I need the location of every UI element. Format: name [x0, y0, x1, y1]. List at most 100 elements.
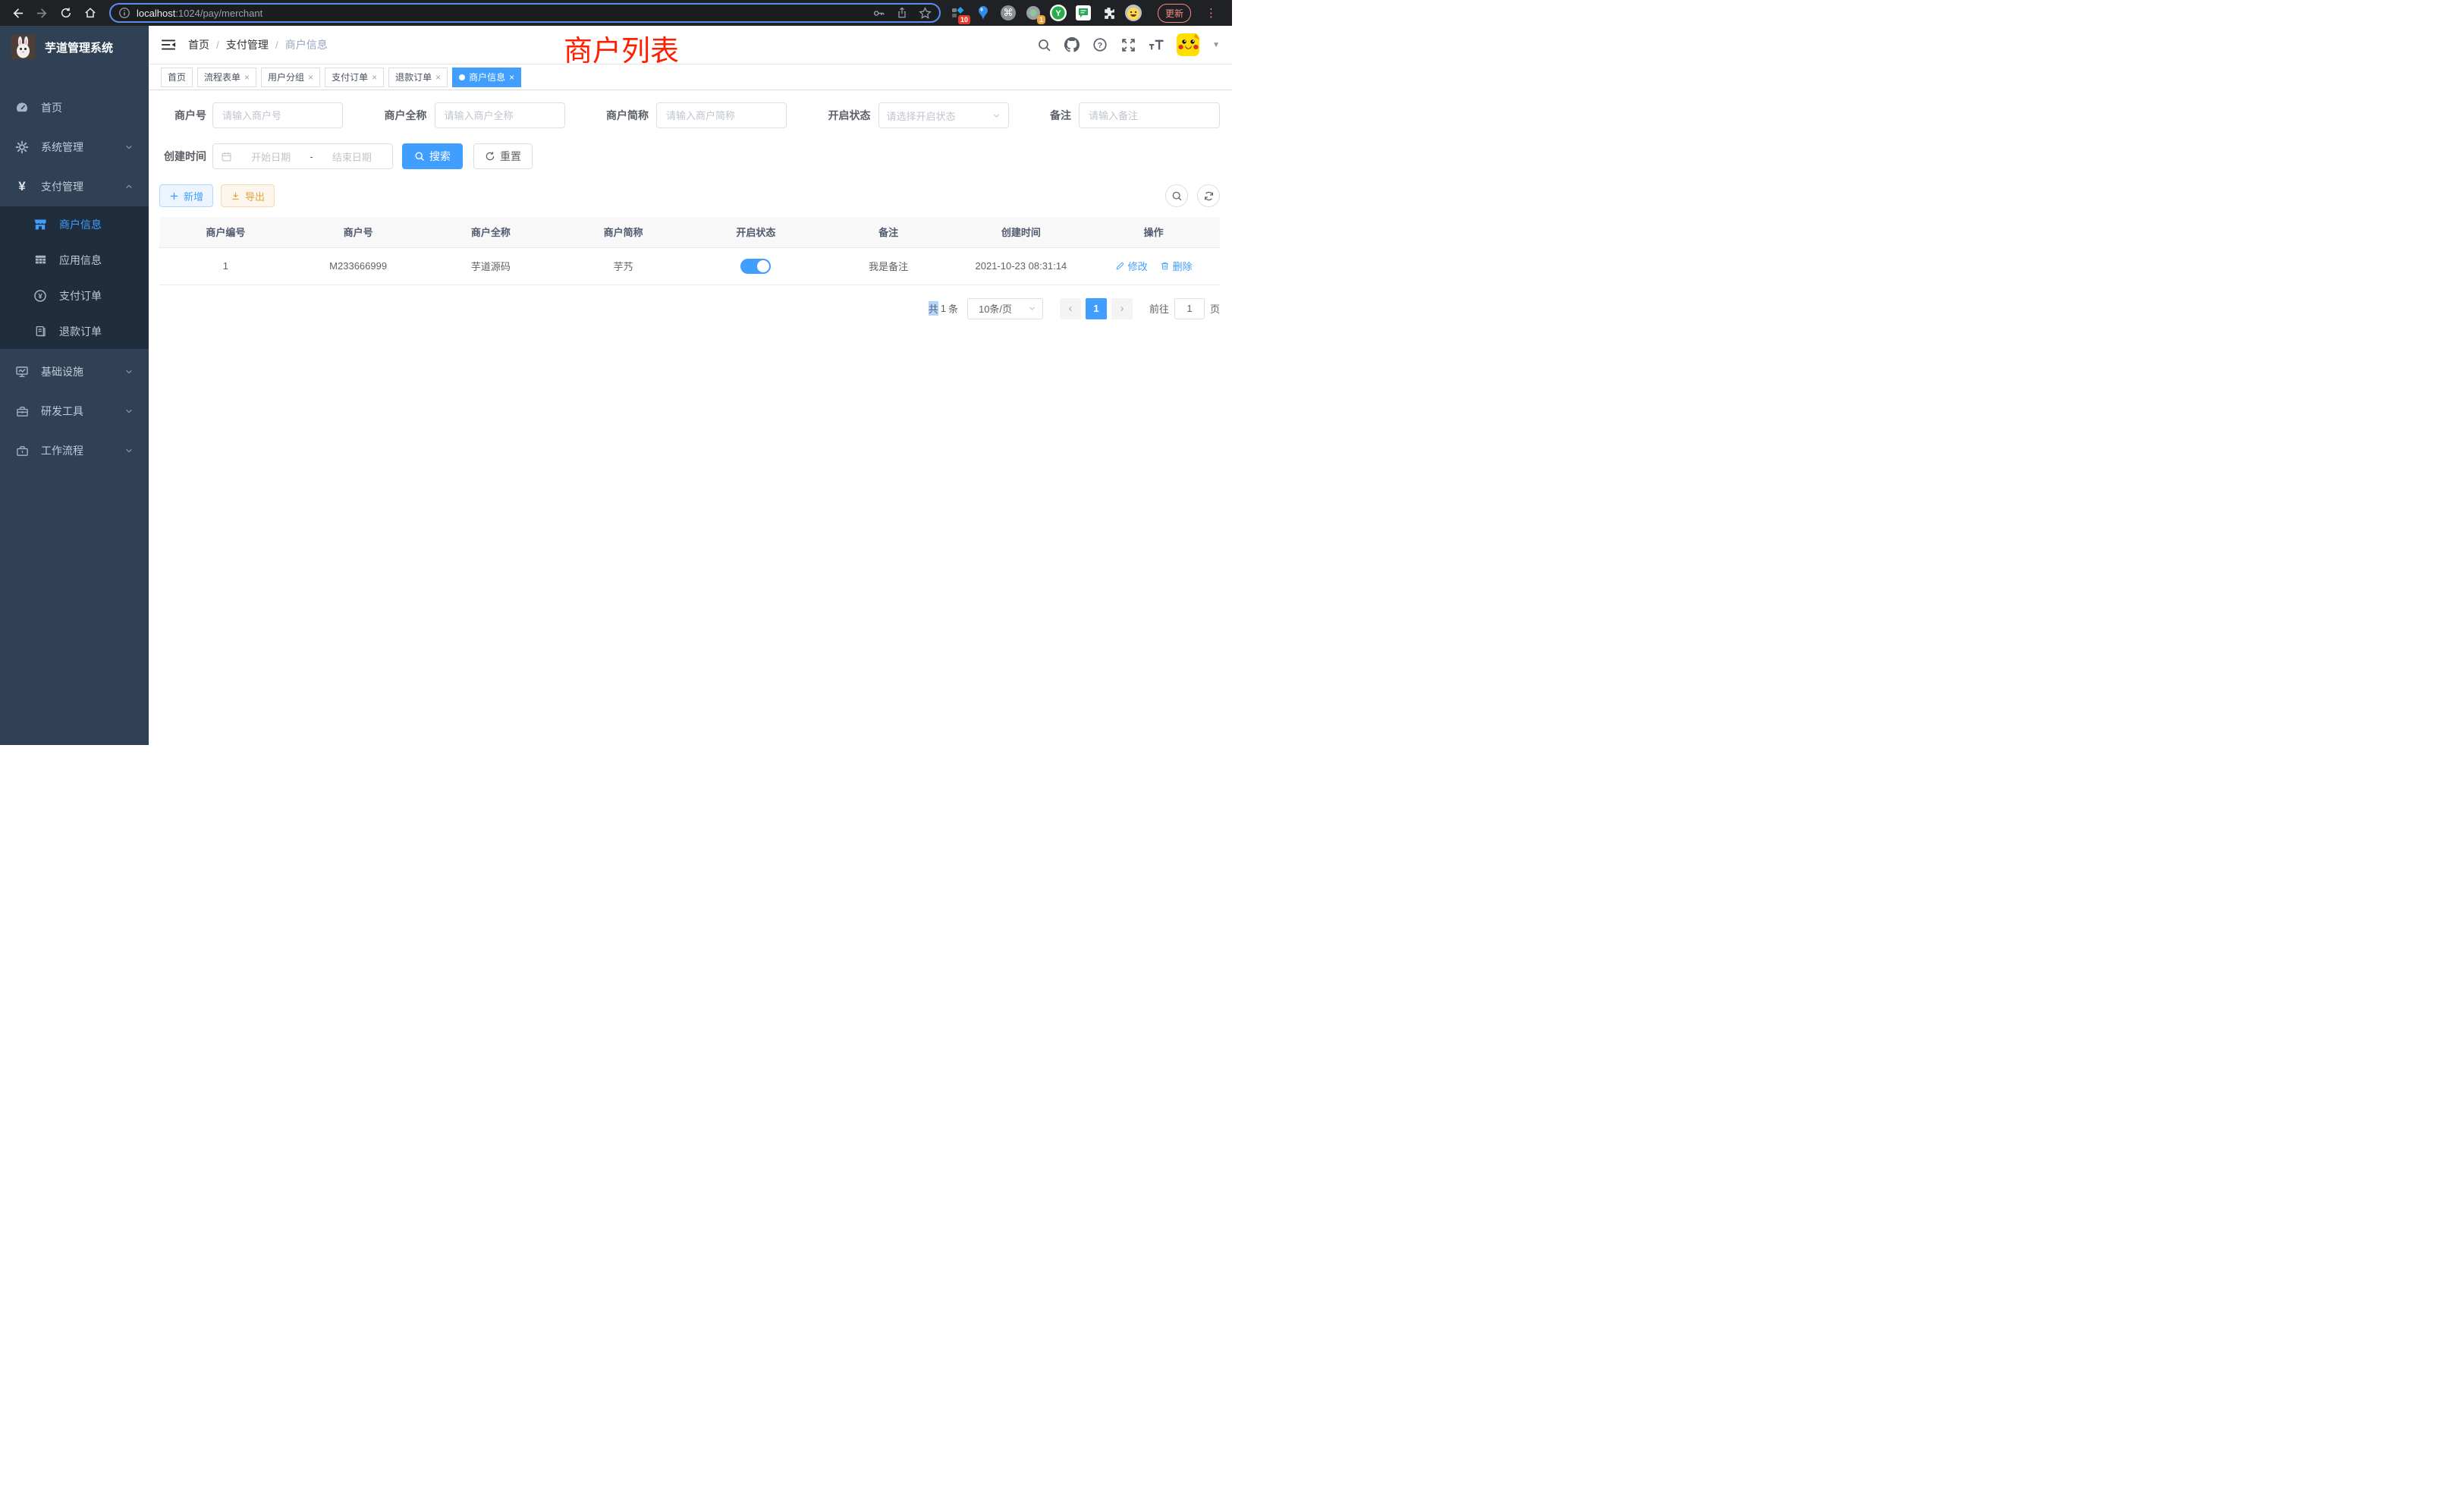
page-size-select[interactable]: 10条/页 [967, 298, 1043, 319]
toolbox-icon [15, 404, 29, 418]
sidebar-item-home[interactable]: 首页 [0, 88, 149, 127]
extension-y-icon[interactable]: Y [1050, 5, 1067, 21]
chrome-update-button[interactable]: 更新 [1158, 4, 1191, 23]
goto-page-input[interactable] [1174, 298, 1205, 319]
header-search-icon[interactable] [1036, 37, 1051, 52]
sidebar-item-merchant-info[interactable]: 商户信息 [0, 206, 149, 242]
full-name-input[interactable] [435, 102, 565, 128]
sidebar-item-pay-order[interactable]: ¥ 支付订单 [0, 278, 149, 313]
sidebar-logo-row[interactable]: 芋道管理系统 [0, 26, 149, 68]
help-icon[interactable]: ? [1092, 37, 1108, 52]
search-button[interactable]: 搜索 [402, 143, 463, 169]
extension-chat-icon[interactable] [1075, 5, 1092, 21]
chrome-menu-icon[interactable]: ⋮ [1205, 6, 1217, 20]
toggle-search-button[interactable] [1165, 184, 1188, 207]
sidebar-item-label: 支付订单 [59, 288, 102, 303]
sidebar: 芋道管理系统 首页 系统管理 ¥ 支付管理 [0, 26, 149, 745]
briefcase-icon [15, 444, 29, 457]
tab-user-group[interactable]: 用户分组× [261, 68, 320, 87]
close-icon[interactable]: × [435, 73, 441, 82]
sidebar-item-dev-tools[interactable]: 研发工具 [0, 391, 149, 431]
prev-page-button[interactable]: ‹ [1060, 298, 1081, 319]
sidebar-item-label: 首页 [41, 100, 62, 115]
yen-icon: ¥ [15, 180, 29, 193]
col-remark: 备注 [822, 217, 955, 247]
extension-badge: 10 [958, 15, 970, 24]
close-icon[interactable]: × [244, 73, 250, 82]
fullscreen-icon[interactable] [1120, 37, 1136, 52]
status-toggle[interactable] [740, 259, 771, 274]
github-icon[interactable] [1064, 37, 1080, 52]
breadcrumb-pay[interactable]: 支付管理 [226, 37, 269, 52]
page-number-1[interactable]: 1 [1086, 298, 1107, 319]
site-info-icon[interactable] [118, 7, 130, 19]
sidebar-item-label: 研发工具 [41, 404, 83, 419]
delete-link[interactable]: 删除 [1160, 259, 1193, 273]
password-key-icon[interactable] [872, 7, 885, 20]
browser-back-button[interactable] [8, 3, 27, 23]
refresh-table-button[interactable] [1197, 184, 1220, 207]
close-icon[interactable]: × [308, 73, 313, 82]
cell-short-name: 芋艿 [557, 247, 690, 284]
pagination: 共1条 10条/页 ‹ 1 › 前往 页 [159, 298, 1220, 319]
extension-recorder-icon[interactable]: 1 [1025, 5, 1042, 21]
extension-command-icon[interactable]: ⌘ [1000, 5, 1017, 21]
tab-pay-order[interactable]: 支付订单× [325, 68, 384, 87]
share-icon[interactable] [896, 7, 908, 19]
extension-diamond-icon[interactable]: 10 [950, 5, 966, 21]
url-path: :1024/pay/merchant [175, 8, 262, 19]
breadcrumb: 首页 / 支付管理 / 商户信息 [188, 37, 328, 52]
extension-area: 10 ⌘ 1 Y 更新 ⋮ [950, 4, 1217, 23]
browser-reload-button[interactable] [56, 3, 76, 23]
extensions-puzzle-icon[interactable] [1100, 5, 1117, 21]
add-button[interactable]: 新增 [159, 184, 213, 207]
browser-forward-button[interactable] [32, 3, 52, 23]
col-merchant-no: 商户号 [292, 217, 425, 247]
sidebar-item-label: 应用信息 [59, 253, 102, 268]
cell-full-name: 芋道源码 [425, 247, 558, 284]
svg-text:¥: ¥ [38, 292, 42, 300]
top-navbar: 首页 / 支付管理 / 商户信息 ? [149, 26, 1232, 64]
tab-refund-order[interactable]: 退款订单× [388, 68, 448, 87]
edit-link[interactable]: 修改 [1115, 259, 1148, 273]
url-bar[interactable]: localhost:1024/pay/merchant [109, 3, 941, 23]
sidebar-item-workflow[interactable]: 工作流程 [0, 431, 149, 470]
tab-process-form[interactable]: 流程表单× [197, 68, 256, 87]
tab-home[interactable]: 首页 [161, 68, 193, 87]
tab-merchant-info[interactable]: 商户信息× [452, 68, 521, 87]
short-name-input[interactable] [656, 102, 787, 128]
active-dot [459, 74, 465, 80]
sidebar-item-app-info[interactable]: 应用信息 [0, 242, 149, 278]
export-button[interactable]: 导出 [221, 184, 275, 207]
reset-button[interactable]: 重置 [473, 143, 533, 169]
bookmark-star-icon[interactable] [919, 7, 932, 20]
extension-badge: 1 [1037, 15, 1045, 24]
status-select[interactable]: 请选择开启状态 [878, 102, 1009, 128]
extension-balloon-icon[interactable] [975, 5, 992, 21]
sidebar-item-pay[interactable]: ¥ 支付管理 [0, 167, 149, 206]
filter-row-2: 创建时间 开始日期 - 结束日期 搜索 重置 [159, 143, 1220, 169]
breadcrumb-home[interactable]: 首页 [188, 37, 209, 52]
col-short-name: 商户简称 [557, 217, 690, 247]
browser-home-button[interactable] [80, 3, 100, 23]
close-icon[interactable]: × [509, 73, 514, 82]
col-actions: 操作 [1087, 217, 1220, 247]
merchant-no-input[interactable] [212, 102, 343, 128]
profile-emoji-avatar[interactable] [1125, 5, 1142, 21]
create-time-range-picker[interactable]: 开始日期 - 结束日期 [212, 143, 393, 169]
sidebar-item-system[interactable]: 系统管理 [0, 127, 149, 167]
close-icon[interactable]: × [372, 73, 377, 82]
pay-submenu: 商户信息 应用信息 ¥ 支付订单 [0, 206, 149, 349]
avatar-caret-down-icon[interactable]: ▼ [1212, 41, 1220, 49]
user-avatar[interactable] [1177, 33, 1199, 56]
date-separator: - [310, 151, 313, 162]
chevron-down-icon [124, 143, 134, 152]
font-size-icon[interactable] [1149, 37, 1164, 52]
cell-create-time: 2021-10-23 08:31:14 [955, 247, 1088, 284]
sidebar-item-refund-order[interactable]: 退款订单 [0, 313, 149, 349]
next-page-button[interactable]: › [1111, 298, 1133, 319]
hamburger-icon[interactable] [161, 37, 176, 52]
sidebar-item-infra[interactable]: 基础设施 [0, 352, 149, 391]
chevron-down-icon [1028, 304, 1036, 313]
remark-input[interactable] [1079, 102, 1220, 128]
